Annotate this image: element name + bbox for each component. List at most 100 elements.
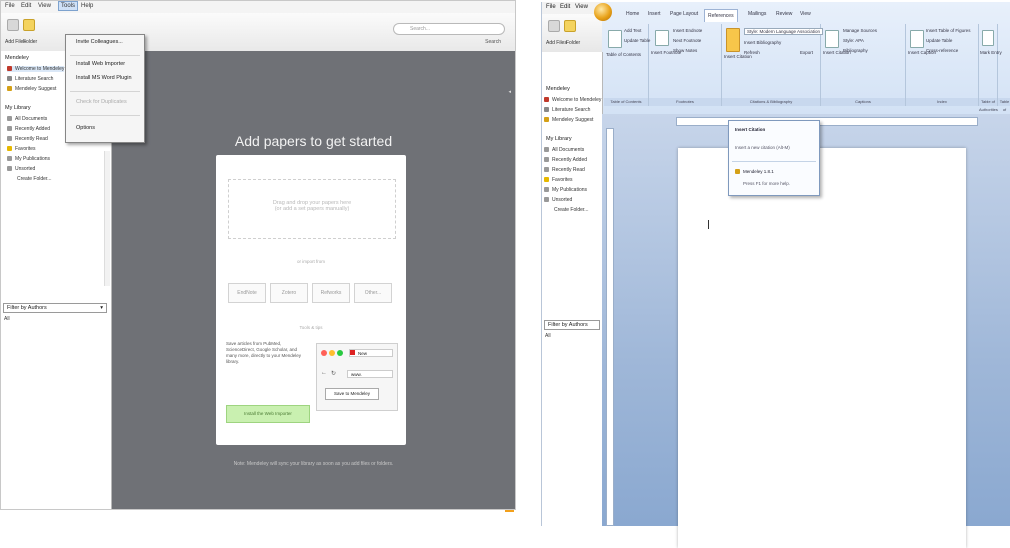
refresh-button[interactable]: Refresh xyxy=(744,50,760,55)
filter-select[interactable]: Filter by Authors xyxy=(544,320,600,330)
menu-item-check-duplicates[interactable]: Check for Duplicates xyxy=(76,99,127,105)
sidebar-item-my-publications[interactable]: My Publications xyxy=(7,156,50,162)
menu-view[interactable]: View xyxy=(38,3,51,9)
export-button[interactable]: Export xyxy=(800,50,813,55)
sidebar-item-literature-search[interactable]: Literature Search xyxy=(544,107,590,113)
sidebar-item-recently-added[interactable]: Recently Added xyxy=(7,126,50,132)
word-ribbon: Home Insert Page Layout References Maili… xyxy=(594,2,1010,120)
tab-review[interactable]: Review xyxy=(776,11,792,17)
tab-mailings[interactable]: Mailings xyxy=(748,11,766,17)
add-text-button[interactable]: Add Text xyxy=(624,28,641,33)
sidebar-item-create-folder[interactable]: Create Folder... xyxy=(554,207,588,213)
menu-edit[interactable]: Edit xyxy=(21,3,31,9)
add-files-button[interactable]: Add Files xyxy=(546,40,567,46)
sidebar-item-literature-search[interactable]: Literature Search xyxy=(7,76,53,82)
bibliography-style-select[interactable]: Style: APA xyxy=(843,38,864,43)
menu-item-install-word-plugin[interactable]: Install MS Word Plugin xyxy=(76,75,132,81)
menu-item-options[interactable]: Options xyxy=(76,125,95,131)
folder-button[interactable]: Folder xyxy=(566,40,580,46)
save-to-mendeley-button: Save to Mendeley xyxy=(325,388,379,400)
sidebar-scrollbar[interactable] xyxy=(104,151,110,286)
sidebar-section-mendeley: Mendeley xyxy=(5,55,29,61)
sidebar-item-all-documents[interactable]: All Documents xyxy=(7,116,47,122)
sidebar-item-my-publications[interactable]: My Publications xyxy=(544,187,587,193)
import-other-button[interactable]: Other... xyxy=(354,283,392,303)
cross-reference-button[interactable]: Cross-reference xyxy=(926,48,958,53)
group-label: Table of Authorities xyxy=(979,98,998,112)
import-endnote-button[interactable]: EndNote xyxy=(228,283,266,303)
menu-tools[interactable]: Tools xyxy=(58,1,79,11)
menu-item-invite-colleagues[interactable]: Invite Colleagues... xyxy=(76,39,123,45)
tab-home[interactable]: Home xyxy=(626,11,639,17)
mendeley-toolbar: Add Files Folder xyxy=(542,14,602,53)
sidebar-item-suggest[interactable]: Mendeley Suggest xyxy=(7,86,56,92)
install-web-importer-button[interactable]: Install the Web Importer xyxy=(226,405,310,423)
tab-page-layout[interactable]: Page Layout xyxy=(670,11,698,17)
sidebar-item-favorites[interactable]: Favorites xyxy=(544,177,573,183)
tab-insert[interactable]: Insert xyxy=(648,11,661,17)
table-of-contents-button[interactable]: Table of Contents xyxy=(606,52,641,57)
sidebar-item-recently-added[interactable]: Recently Added xyxy=(544,157,587,163)
insert-caption-icon[interactable] xyxy=(910,30,924,48)
sidebar-item-welcome[interactable]: Welcome to Mendeley xyxy=(7,66,65,72)
group-table-of-authorities: Table of Authorities xyxy=(998,24,1010,120)
sidebar-item-welcome[interactable]: Welcome to Mendeley xyxy=(544,97,601,103)
import-refworks-button[interactable]: Refworks xyxy=(312,283,350,303)
insert-footnote-icon[interactable] xyxy=(655,30,669,46)
add-files-icon[interactable] xyxy=(7,19,19,31)
tab-view[interactable]: View xyxy=(800,11,811,17)
filter-value[interactable]: All xyxy=(4,316,10,322)
menu-view[interactable]: View xyxy=(575,4,588,10)
plugin-icon xyxy=(735,169,740,175)
mark-entry-icon[interactable] xyxy=(982,30,994,46)
import-zotero-button[interactable]: Zotero xyxy=(270,283,308,303)
sidebar-item-suggest[interactable]: Mendeley Suggest xyxy=(544,117,593,123)
sidebar-item-unsorted[interactable]: Unsorted xyxy=(544,197,572,203)
menu-file[interactable]: File xyxy=(546,4,556,10)
update-table-button[interactable]: Update Table xyxy=(624,38,650,43)
ribbon-tabs: Home Insert Page Layout References Maili… xyxy=(602,9,1010,22)
search-input[interactable]: Search... xyxy=(393,23,505,35)
bibliography-insert-citation-icon[interactable] xyxy=(825,30,839,48)
page-title: Add papers to get started xyxy=(234,133,393,149)
group-label: Captions xyxy=(821,98,905,106)
captions-update-table-button[interactable]: Update Table xyxy=(926,38,952,43)
folder-icon[interactable] xyxy=(23,19,35,31)
folder-button[interactable]: Folder xyxy=(23,39,37,45)
table-of-contents-icon[interactable] xyxy=(608,30,622,48)
group-captions: Insert Caption Insert Table of Figures U… xyxy=(906,24,979,106)
sidebar-item-recently-read[interactable]: Recently Read xyxy=(544,167,585,173)
sidebar-item-favorites[interactable]: Favorites xyxy=(7,146,36,152)
sidebar-item-create-folder[interactable]: Create Folder... xyxy=(17,176,51,182)
tooltip-title: Insert Citation xyxy=(735,127,766,132)
insert-endnote-button[interactable]: Insert Endnote xyxy=(673,28,702,33)
getting-started-card: Drag and drop your papers here (or add a… xyxy=(216,155,406,445)
citation-style-select[interactable]: Style: Modern Language Association xyxy=(744,28,824,35)
tab-references[interactable]: References xyxy=(704,9,738,22)
insert-citation-icon[interactable] xyxy=(726,28,740,52)
sidebar-item-unsorted[interactable]: Unsorted xyxy=(7,166,35,172)
horizontal-ruler[interactable] xyxy=(676,117,978,126)
sidebar-item-all-documents[interactable]: All Documents xyxy=(544,147,584,153)
mendeley-tab-icon xyxy=(350,350,355,355)
menu-item-install-web-importer[interactable]: Install Web Importer xyxy=(76,61,125,67)
filter-value[interactable]: All xyxy=(545,333,551,339)
table-of-figures-button[interactable]: Insert Table of Figures xyxy=(926,28,970,33)
filter-select[interactable]: Filter by Authors ▾ xyxy=(3,303,107,313)
document-page[interactable] xyxy=(678,148,966,548)
menu-file[interactable]: File xyxy=(5,3,15,9)
collapse-icon[interactable]: ◂ xyxy=(508,89,511,95)
next-footnote-button[interactable]: Next Footnote xyxy=(673,38,701,43)
vertical-ruler[interactable] xyxy=(606,128,614,526)
group-table-of-contents: Table of Contents Add Text Update Table … xyxy=(604,24,650,106)
sidebar-item-recently-read[interactable]: Recently Read xyxy=(7,136,48,142)
bibliography-button[interactable]: Bibliography xyxy=(843,48,868,53)
add-files-icon[interactable] xyxy=(548,20,560,32)
show-notes-button[interactable]: Show Notes xyxy=(673,48,697,53)
folder-icon[interactable] xyxy=(564,20,576,32)
menu-help[interactable]: Help xyxy=(81,3,93,9)
insert-bibliography-button[interactable]: Insert Bibliography xyxy=(744,40,781,45)
drop-zone[interactable]: Drag and drop your papers here (or add a… xyxy=(228,179,396,239)
manage-sources-button[interactable]: Manage Sources xyxy=(843,28,877,33)
menu-edit[interactable]: Edit xyxy=(560,4,570,10)
